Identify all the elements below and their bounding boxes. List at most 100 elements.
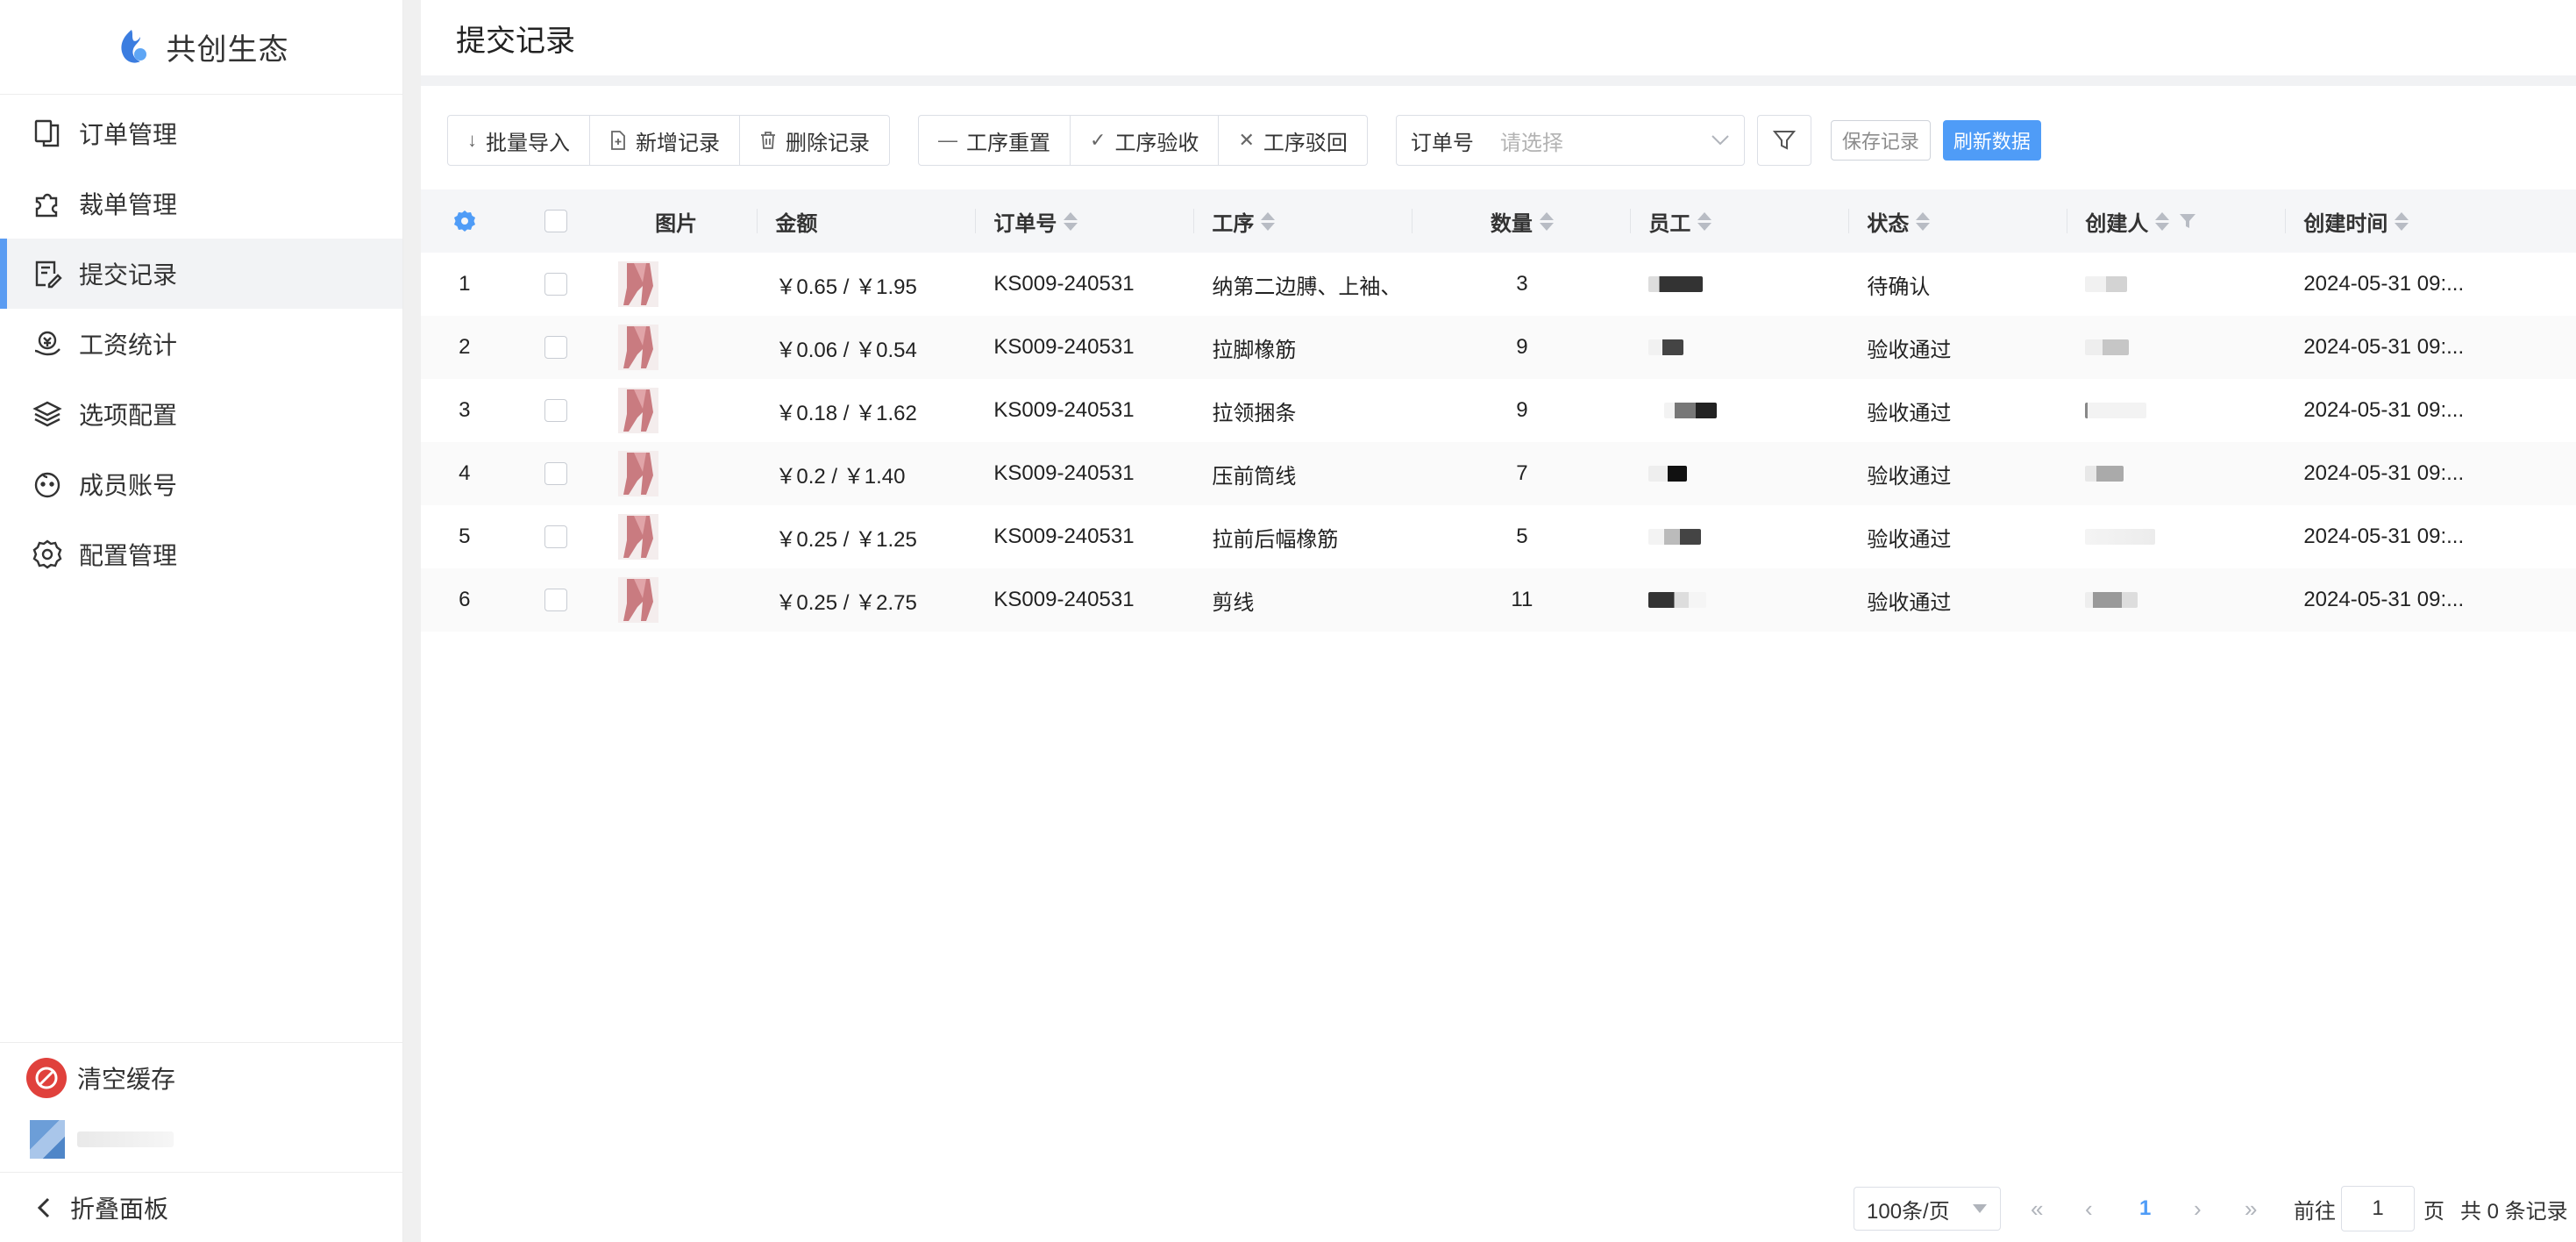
filter-button[interactable]	[1756, 115, 1811, 166]
refresh-data-button[interactable]: 刷新数据	[1942, 120, 2041, 161]
amount-cell: ￥0.25 / ￥1.25	[775, 527, 917, 552]
product-thumbnail[interactable]	[618, 388, 659, 433]
batch-import-button[interactable]: ↓ 批量导入	[448, 116, 590, 165]
sort-icon[interactable]	[2395, 211, 2409, 231]
product-thumbnail[interactable]	[618, 514, 659, 560]
column-header-creator[interactable]: 创建人	[2067, 189, 2287, 253]
quantity-cell: 9	[1516, 398, 1528, 422]
save-record-button[interactable]: 保存记录	[1830, 120, 1931, 161]
settings-gear-icon[interactable]	[453, 210, 476, 232]
clear-cache-button[interactable]: 清空缓存	[0, 1043, 402, 1113]
row-checkbox[interactable]	[544, 336, 568, 359]
process-reset-button[interactable]: — 工序重置	[919, 116, 1071, 165]
row-select	[509, 253, 605, 316]
sidebar-item-label: 裁单管理	[79, 191, 178, 218]
column-header-quantity[interactable]: 数量	[1413, 189, 1632, 253]
select-all-checkbox[interactable]	[544, 210, 568, 232]
created-time-cell: 2024-05-31 09:...	[2303, 398, 2465, 422]
sort-icon[interactable]	[2155, 211, 2170, 231]
created-time-cell: 2024-05-31 09:...	[2303, 525, 2465, 548]
sidebar-item-options[interactable]: 选项配置	[0, 379, 402, 449]
page-size-select[interactable]: 100条/页	[1854, 1187, 2001, 1231]
sidebar-item-label: 工资统计	[79, 332, 178, 359]
brand-header: 共创生态	[0, 0, 402, 95]
first-page-icon[interactable]: «	[2031, 1196, 2043, 1223]
order-number-select[interactable]: 订单号 请选择	[1395, 115, 1745, 166]
table-row[interactable]: 5 ￥0.25 / ￥1.25 KS009-240531 拉前后幅橡筋 5 验收…	[421, 505, 2576, 568]
process-accept-label: 工序验收	[1114, 131, 1199, 155]
sort-icon[interactable]	[1261, 211, 1276, 231]
table-row[interactable]: 4 ￥0.2 / ￥1.40 KS009-240531 压前筒线 7 验收通过 …	[421, 442, 2576, 505]
last-page-icon[interactable]: »	[2245, 1196, 2257, 1223]
process-accept-button[interactable]: ✓ 工序验收	[1071, 116, 1220, 165]
sidebar-footer: 清空缓存	[0, 1042, 402, 1166]
sidebar-item-submissions[interactable]: 提交记录	[0, 239, 402, 309]
sidebar-item-cutting[interactable]: 裁单管理	[0, 168, 402, 239]
sidebar-item-wages[interactable]: 工资统计	[0, 309, 402, 379]
sidebar-item-members[interactable]: 成员账号	[0, 449, 402, 519]
column-header-process[interactable]: 工序	[1194, 189, 1413, 253]
creator-cell-blurred	[2067, 316, 2286, 379]
column-filter-icon[interactable]	[2178, 211, 2197, 231]
sidebar-item-orders[interactable]: 订单管理	[0, 98, 402, 168]
check-icon: ✓	[1090, 129, 1107, 151]
row-select	[509, 442, 605, 505]
caret-down-icon	[1973, 1204, 1987, 1213]
process-reject-button[interactable]: ✕ 工序驳回	[1219, 116, 1366, 165]
column-settings-header[interactable]	[421, 189, 509, 253]
product-thumbnail[interactable]	[618, 325, 659, 370]
sort-icon[interactable]	[1916, 211, 1931, 231]
amount-cell: ￥0.18 / ￥1.62	[775, 401, 917, 425]
creator-cell-blurred	[2067, 442, 2286, 505]
column-header-created-time[interactable]: 创建时间	[2286, 189, 2576, 253]
sidebar-item-label: 成员账号	[79, 472, 178, 499]
product-thumbnail[interactable]	[618, 577, 659, 623]
gear-icon	[32, 539, 63, 570]
filter-icon	[1772, 131, 1796, 150]
table-row[interactable]: 2 ￥0.06 / ￥0.54 KS009-240531 拉脚橡筋 9 验收通过…	[421, 316, 2576, 379]
row-checkbox[interactable]	[544, 462, 568, 485]
column-header-order[interactable]: 订单号	[976, 189, 1195, 253]
arrow-down-icon: ↓	[467, 129, 477, 151]
row-checkbox[interactable]	[544, 399, 568, 422]
order-cell: KS009-240531	[993, 272, 1135, 296]
user-profile[interactable]	[0, 1113, 402, 1166]
sort-icon[interactable]	[1064, 211, 1078, 231]
order-cell: KS009-240531	[993, 525, 1135, 548]
product-image-cell	[604, 379, 758, 442]
current-page[interactable]: 1	[2139, 1196, 2151, 1221]
goto-page-input[interactable]: 1	[2341, 1186, 2415, 1231]
status-cell: 验收通过	[1867, 401, 1952, 425]
employee-cell-blurred	[1631, 505, 1849, 568]
column-header-status[interactable]: 状态	[1849, 189, 2068, 253]
status-cell: 验收通过	[1867, 464, 1952, 489]
creator-cell-blurred	[2067, 568, 2286, 632]
sort-icon[interactable]	[1697, 211, 1712, 231]
add-record-button[interactable]: 新增记录	[590, 116, 740, 165]
sidebar-item-config[interactable]: 配置管理	[0, 519, 402, 589]
prev-page-icon[interactable]: ‹	[2085, 1196, 2093, 1223]
row-checkbox[interactable]	[544, 589, 568, 611]
quantity-cell: 7	[1516, 461, 1528, 485]
user-name-blurred	[77, 1131, 174, 1147]
minus-icon: —	[938, 129, 957, 151]
product-image-cell	[604, 316, 758, 379]
row-select	[509, 316, 605, 379]
row-checkbox[interactable]	[544, 273, 568, 296]
table-row[interactable]: 6 ￥0.25 / ￥2.75 KS009-240531 剪线 11 验收通过 …	[421, 568, 2576, 632]
table-row[interactable]: 3 ￥0.18 / ￥1.62 KS009-240531 拉领捆条 9 验收通过…	[421, 379, 2576, 442]
process-reset-label: 工序重置	[966, 131, 1050, 155]
copy-icon	[32, 118, 63, 149]
created-time-cell: 2024-05-31 09:...	[2303, 588, 2465, 611]
product-thumbnail[interactable]	[618, 261, 659, 307]
order-cell: KS009-240531	[993, 398, 1135, 422]
column-header-employee[interactable]: 员工	[1631, 189, 1850, 253]
delete-record-button[interactable]: 删除记录	[740, 116, 889, 165]
row-checkbox[interactable]	[544, 525, 568, 548]
sort-icon[interactable]	[1539, 211, 1554, 231]
collapse-panel-button[interactable]: 折叠面板	[0, 1172, 402, 1242]
product-thumbnail[interactable]	[618, 451, 659, 496]
next-page-icon[interactable]: ›	[2194, 1196, 2202, 1223]
process-cell: 纳第二边膊、上袖、	[1212, 275, 1402, 299]
table-row[interactable]: 1 ￥0.65 / ￥1.95 KS009-240531 纳第二边膊、上袖、 3…	[421, 253, 2576, 316]
